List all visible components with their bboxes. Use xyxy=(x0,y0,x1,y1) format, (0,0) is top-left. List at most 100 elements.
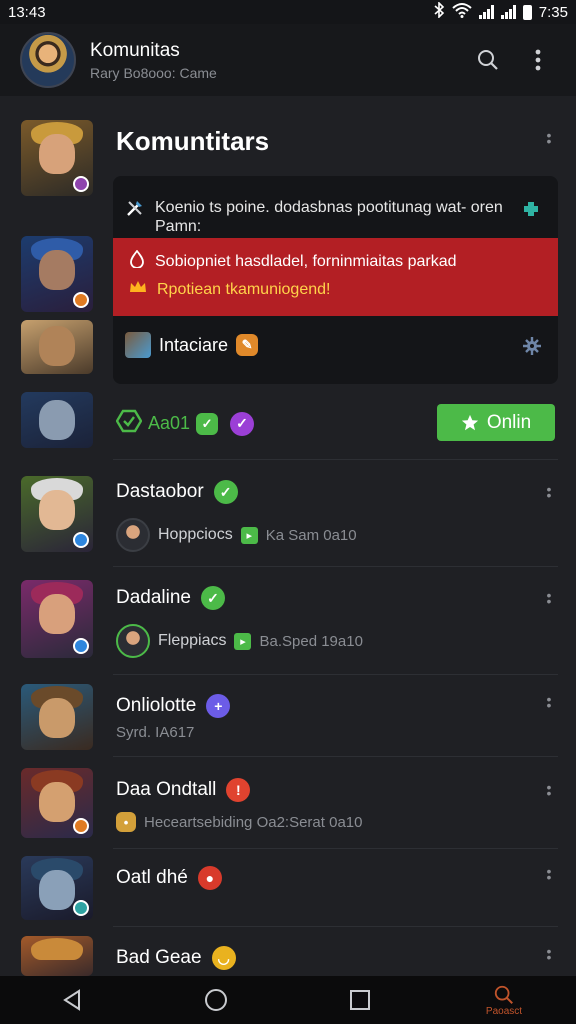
member-avatar-2 xyxy=(116,624,150,658)
card-action-row[interactable]: Intaciare ✎ xyxy=(125,332,259,358)
list-item-title-2[interactable]: Dadaline ✓ xyxy=(116,586,225,610)
status-square-icon: ▸ xyxy=(234,632,252,650)
thumb-group-1[interactable] xyxy=(21,120,93,196)
thumb-item-1[interactable] xyxy=(21,476,93,552)
verified-icon: ✓ xyxy=(201,586,225,610)
list-item-title-3[interactable]: Onliolotte + xyxy=(116,694,231,718)
group-title: Komuntitars xyxy=(116,126,270,156)
search-button[interactable] xyxy=(470,42,506,78)
item-more-icon-1[interactable]: • • xyxy=(544,482,554,502)
member-avatar-1 xyxy=(116,518,150,552)
status-time-left: 13:43 xyxy=(8,3,46,21)
edit-badge-icon: ✎ xyxy=(236,334,259,356)
online-button[interactable]: Onlin xyxy=(437,404,555,441)
card-message-row: Koenio ts poine. dodasbnas pootitunag wa… xyxy=(125,198,505,236)
alert-banner[interactable]: Sobiopniet hasdladel, forninmiaitas park… xyxy=(113,238,558,316)
alert-line-2: Rpotiean tkamuniogend! xyxy=(129,280,330,299)
back-triangle-icon xyxy=(63,989,80,1011)
card-message: Koenio ts poine. dodasbnas pootitunag wa… xyxy=(155,199,503,235)
app-bar-titles: Komunitas Rary Bo8ooo: Came xyxy=(90,40,456,81)
thumb-item-3[interactable] xyxy=(21,684,93,750)
item-meta-2: Ba.Sped 19a10 xyxy=(259,632,363,650)
divider xyxy=(113,566,558,567)
more-vert-icon xyxy=(535,49,541,71)
bag-icon: • xyxy=(116,812,136,832)
nav-home-button[interactable] xyxy=(186,976,246,1024)
nav-back-button[interactable] xyxy=(42,976,102,1024)
battery-icon xyxy=(522,4,532,20)
star-icon xyxy=(461,414,478,430)
item-name-5: Oatl dhé xyxy=(116,867,188,888)
divider xyxy=(113,848,558,849)
community-avatar[interactable] xyxy=(20,32,76,88)
list-item-sub-2: Fleppiacs ▸ Ba.Sped 19a10 xyxy=(116,624,363,658)
app-bar: Komunitas Rary Bo8ooo: Came xyxy=(0,24,576,96)
item-name-4: Daa Ondtall xyxy=(116,779,217,800)
status-bar: 13:43 7:35 xyxy=(0,0,576,24)
search-icon xyxy=(494,985,513,1004)
message-card: Koenio ts poine. dodasbnas pootitunag wa… xyxy=(113,176,558,384)
list-item-sub-1: Hoppciocs ▸ Ka Sam 0a10 xyxy=(116,518,357,552)
status-square-icon: ▸ xyxy=(240,526,258,544)
tools-icon xyxy=(125,198,145,236)
thumb-item-2[interactable] xyxy=(21,580,93,658)
item-name-3: Onliolotte xyxy=(116,695,197,716)
divider xyxy=(113,926,558,927)
item-meta-3: Syrd. IA617 xyxy=(116,724,195,741)
thumb-item-5[interactable] xyxy=(21,856,93,920)
thumb-online-row[interactable] xyxy=(21,392,93,448)
home-circle-icon xyxy=(205,989,227,1011)
thumb-item-4[interactable] xyxy=(21,768,93,838)
item-more-icon-3[interactable]: • • xyxy=(544,692,554,712)
divider xyxy=(113,756,558,757)
alert-text-1: Sobiopniet hasdladel, forninmiaitas park… xyxy=(155,252,457,270)
member-avatar xyxy=(125,332,151,358)
status-time-right: 7:35 xyxy=(538,3,568,21)
community-list[interactable]: Komuntitars • • Koenio ts poine. dodasbna… xyxy=(0,96,576,976)
nav-search-label: Paoasct xyxy=(485,1005,523,1017)
thumb-item-6[interactable] xyxy=(21,936,93,976)
hex-icon xyxy=(115,409,143,438)
item-sub-name-1: Hoppciocs xyxy=(158,526,233,543)
item-more-icon-6[interactable]: • • xyxy=(544,944,554,964)
item-more-icon-2[interactable]: • • xyxy=(544,588,554,608)
search-icon xyxy=(478,50,498,70)
app-title: Komunitas xyxy=(90,39,180,61)
online-button-label: Onlin xyxy=(486,411,532,433)
card-action-label: Intaciare xyxy=(159,334,229,355)
more-options-button[interactable] xyxy=(520,42,556,78)
thumb-group-3[interactable] xyxy=(21,320,93,374)
item-name-6: Bad Geae xyxy=(116,947,202,968)
plus-badge-icon: ✓ xyxy=(230,411,255,436)
drop-icon xyxy=(129,249,145,273)
divider xyxy=(113,459,558,460)
alert-icon: ! xyxy=(226,778,251,802)
item-sub-name-2: Fleppiacs xyxy=(158,632,227,649)
record-icon: ● xyxy=(197,866,222,890)
nav-search-button[interactable]: Paoasct xyxy=(474,976,534,1024)
list-item-title-5[interactable]: Oatl dhé ● xyxy=(116,866,222,890)
online-tag: Aa01 xyxy=(148,413,191,433)
item-more-icon-5[interactable]: • • xyxy=(544,864,554,884)
signal-icon-2 xyxy=(500,5,516,19)
signal-icon xyxy=(478,5,494,19)
settings-icon[interactable] xyxy=(522,336,542,361)
navigation-bar: Paoasct xyxy=(0,976,576,1024)
group-more-icon[interactable]: • • xyxy=(544,128,554,148)
bluetooth-icon xyxy=(433,1,445,22)
verified-icon: ✓ xyxy=(213,480,238,504)
nav-recents-button[interactable] xyxy=(330,976,390,1024)
item-name-1: Dastaobor xyxy=(116,481,204,502)
recents-square-icon xyxy=(350,990,370,1010)
list-item-sub-3: Syrd. IA617 xyxy=(116,724,194,741)
plus-icon: + xyxy=(206,694,231,718)
puzzle-icon[interactable] xyxy=(520,198,542,225)
item-more-icon-4[interactable]: • • xyxy=(544,780,554,800)
thumb-group-2[interactable] xyxy=(21,236,93,312)
list-item-title-1[interactable]: Dastaobor ✓ xyxy=(116,480,238,504)
item-meta-4: Heceartsebiding Oa2:Serat 0a10 xyxy=(144,813,363,831)
list-item-title-4[interactable]: Daa Ondtall ! xyxy=(116,778,251,802)
online-tag-row: Aa01 ✓ ✓ xyxy=(115,409,255,438)
list-item-title-6[interactable]: Bad Geae ◡ xyxy=(116,946,236,970)
divider xyxy=(113,674,558,675)
